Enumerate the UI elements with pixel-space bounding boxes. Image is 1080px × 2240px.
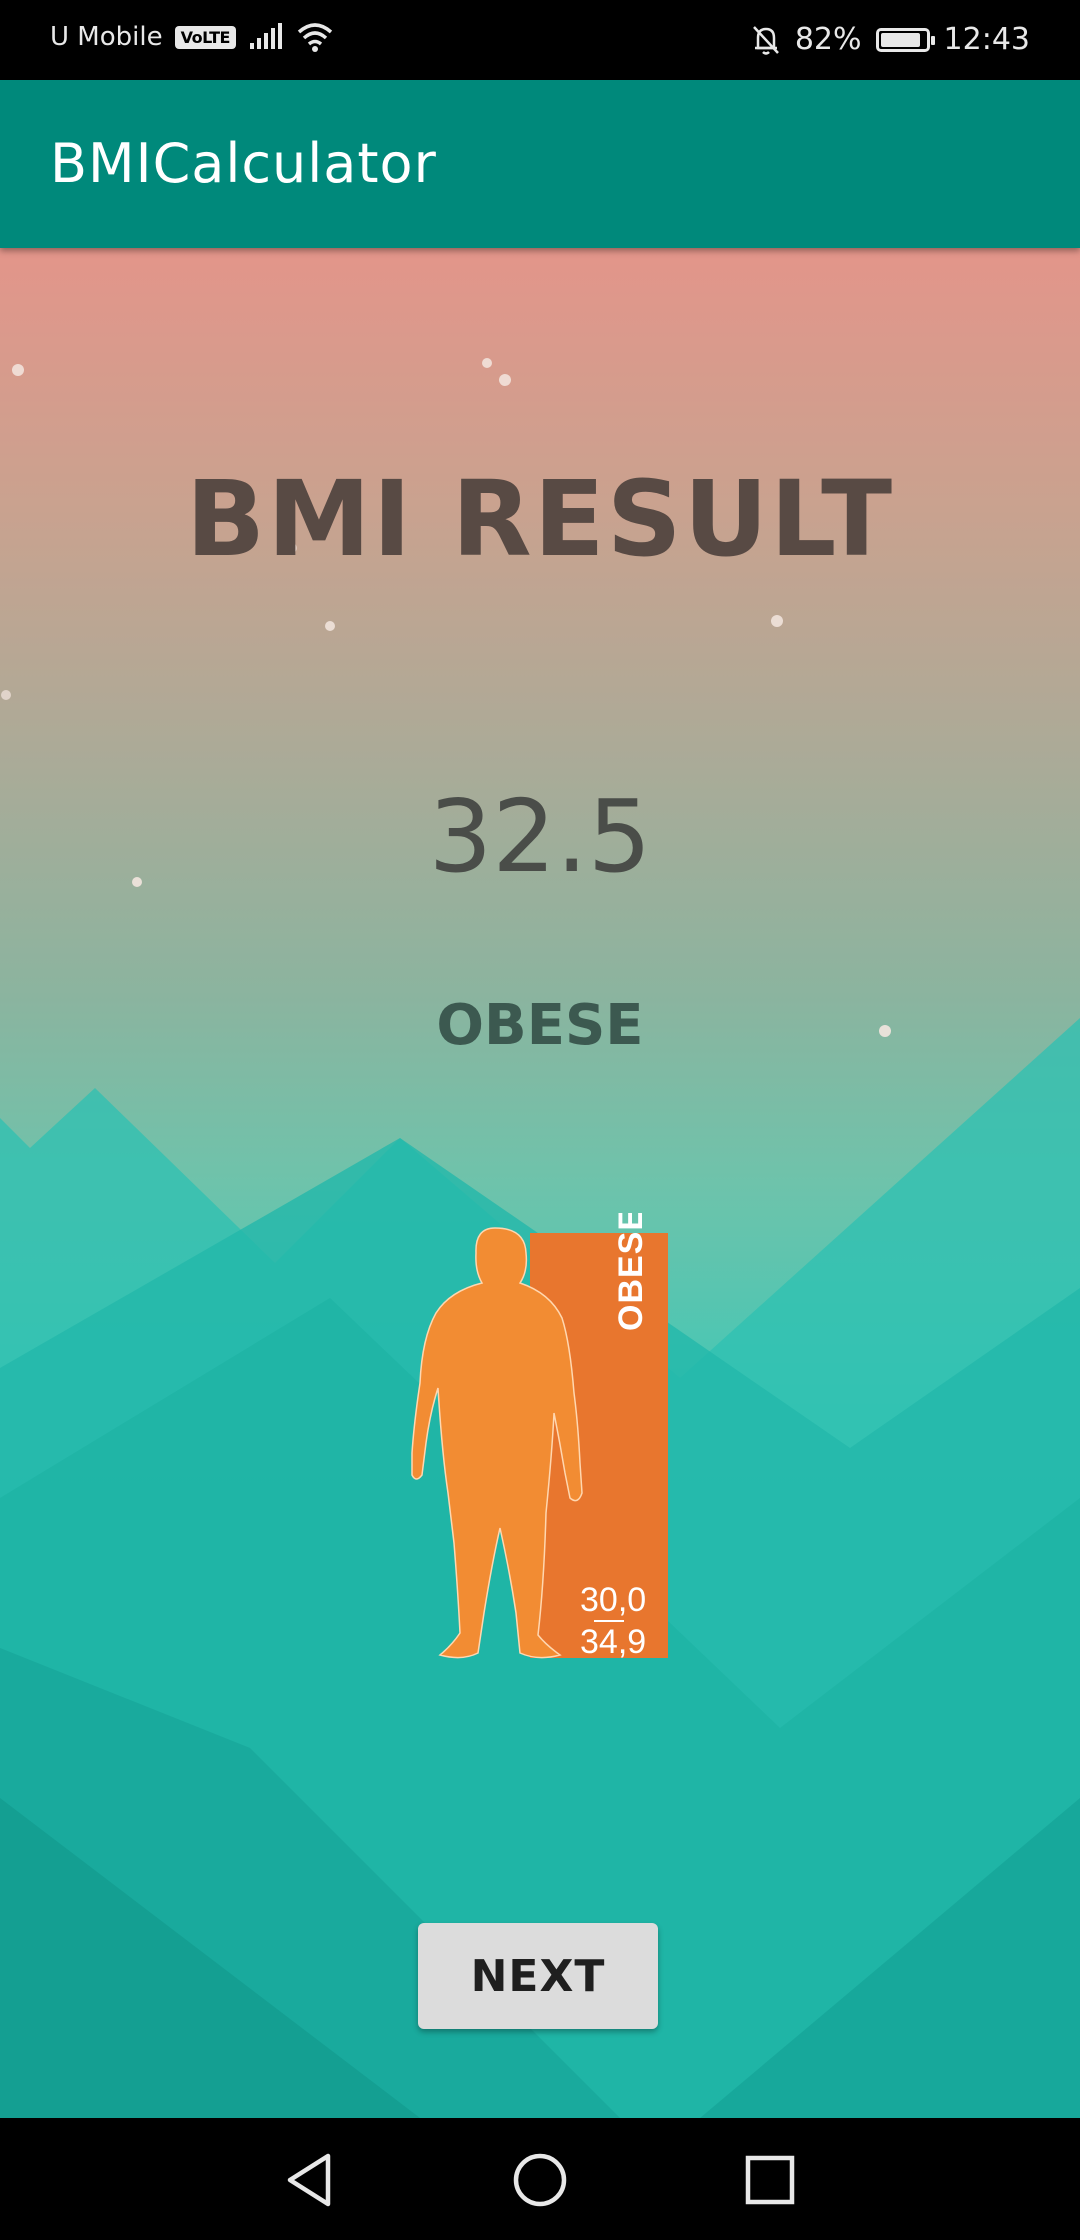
battery-fill bbox=[880, 32, 920, 47]
wifi-icon bbox=[297, 23, 333, 52]
bmi-value: 32.5 bbox=[428, 778, 652, 895]
obese-body-illustration: OBESE 30,0 34,9 bbox=[411, 1213, 668, 1661]
home-icon[interactable] bbox=[508, 2148, 572, 2212]
battery-icon bbox=[875, 27, 935, 52]
bmi-category: OBESE bbox=[436, 993, 644, 1058]
app-bar: BMICalculator bbox=[0, 80, 1080, 248]
volte-badge: VoLTE bbox=[174, 25, 236, 49]
status-left: U Mobile VoLTE bbox=[50, 22, 334, 52]
recents-icon[interactable] bbox=[738, 2148, 802, 2212]
next-button[interactable]: NEXT bbox=[418, 1923, 658, 2029]
result-screen: BMI RESULT 32.5 OBESE OBESE 30,0 34,9 NE… bbox=[0, 248, 1080, 2118]
signal-icon bbox=[249, 23, 282, 49]
panel-category-label: OBESE bbox=[612, 1213, 650, 1331]
range-high-label: 34,9 bbox=[580, 1623, 646, 1661]
mute-bell-icon bbox=[752, 25, 779, 55]
status-right: 82% 12:43 bbox=[751, 22, 1030, 57]
clock: 12:43 bbox=[943, 22, 1030, 57]
carrier-name: U Mobile bbox=[50, 22, 163, 52]
app-title: BMICalculator bbox=[50, 132, 437, 195]
status-bar: U Mobile VoLTE 82% 12:43 bbox=[0, 0, 1080, 80]
back-icon[interactable] bbox=[278, 2148, 342, 2212]
navigation-bar bbox=[0, 2118, 1080, 2240]
battery-percent: 82% bbox=[794, 22, 862, 57]
result-heading: BMI RESULT bbox=[185, 458, 895, 580]
range-low-label: 30,0 bbox=[580, 1581, 646, 1619]
